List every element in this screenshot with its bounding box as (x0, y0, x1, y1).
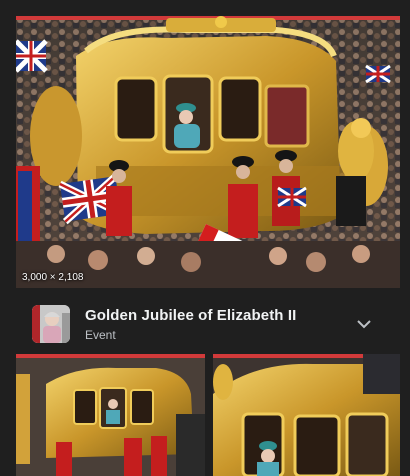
entity-type: Event (85, 328, 116, 342)
entity-thumbnail (32, 305, 70, 343)
coach-photo (16, 16, 400, 288)
entity-title: Golden Jubilee of Elizabeth II (85, 307, 297, 324)
related-image[interactable] (16, 354, 205, 476)
image-dimensions-label: 3,000 × 2,108 (22, 272, 84, 283)
related-photo (213, 354, 400, 476)
entity-card[interactable]: Golden Jubilee of Elizabeth II Event (0, 296, 410, 352)
related-image[interactable] (213, 354, 400, 476)
entity-thumbnail-image (32, 305, 70, 343)
chevron-down-icon[interactable] (355, 317, 373, 331)
related-photo (16, 354, 205, 476)
main-image[interactable]: 3,000 × 2,108 (16, 16, 400, 288)
